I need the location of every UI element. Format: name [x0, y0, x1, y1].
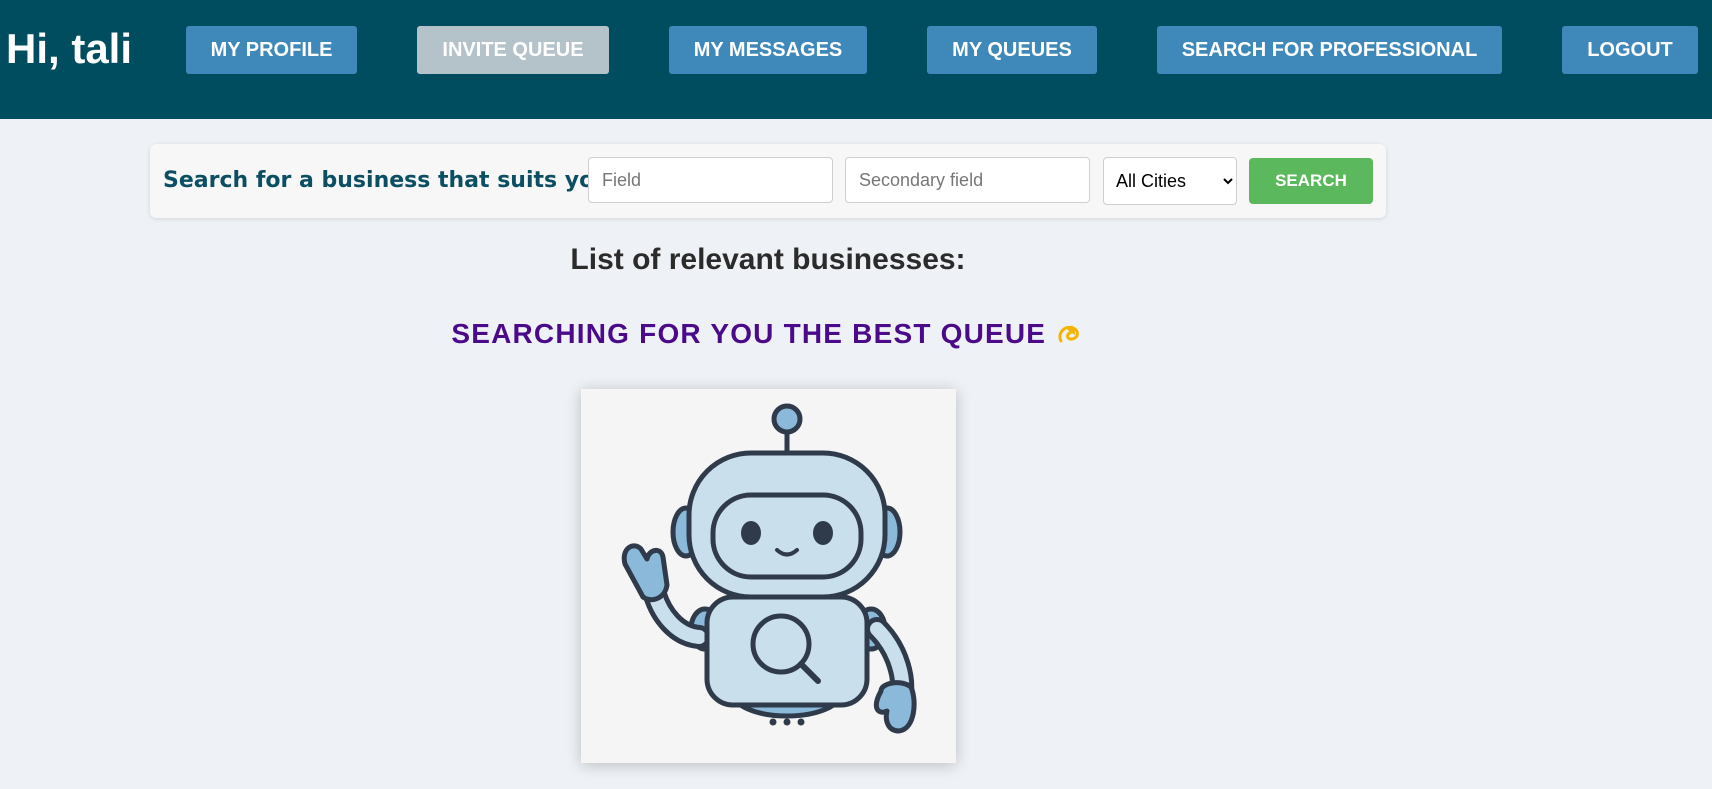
- my-profile-button[interactable]: MY PROFILE: [186, 26, 357, 74]
- invite-queue-button[interactable]: INVITE QUEUE: [417, 26, 609, 74]
- my-messages-button[interactable]: MY MESSAGES: [669, 26, 867, 74]
- robot-with-magnifier-icon: [621, 403, 917, 734]
- search-for-professional-button[interactable]: SEARCH FOR PROFESSIONAL: [1157, 26, 1502, 74]
- business-list-title: List of relevant businesses:: [570, 243, 966, 276]
- secondary-field-input[interactable]: [845, 157, 1090, 203]
- robot-illustration: [581, 389, 956, 763]
- searching-status: SEARCHING FOR YOU THE BEST QUEUE: [0, 314, 1536, 363]
- search-button[interactable]: SEARCH: [1249, 158, 1373, 204]
- searching-status-text: SEARCHING FOR YOU THE BEST QUEUE: [451, 318, 1047, 349]
- field-input[interactable]: [588, 157, 833, 203]
- city-select[interactable]: All Cities: [1103, 157, 1237, 205]
- greeting-title: Hi, tali: [6, 25, 133, 72]
- business-search-form: Search for a business that suits you: Al…: [150, 144, 1386, 218]
- logout-button[interactable]: LOGOUT: [1562, 26, 1698, 74]
- top-navigation-bar: Hi, tali MY PROFILE INVITE QUEUE MY MESS…: [0, 0, 1712, 119]
- my-queues-button[interactable]: MY QUEUES: [927, 26, 1097, 74]
- dizzy-icon: [1055, 319, 1085, 363]
- search-form-label: Search for a business that suits you:: [163, 168, 619, 193]
